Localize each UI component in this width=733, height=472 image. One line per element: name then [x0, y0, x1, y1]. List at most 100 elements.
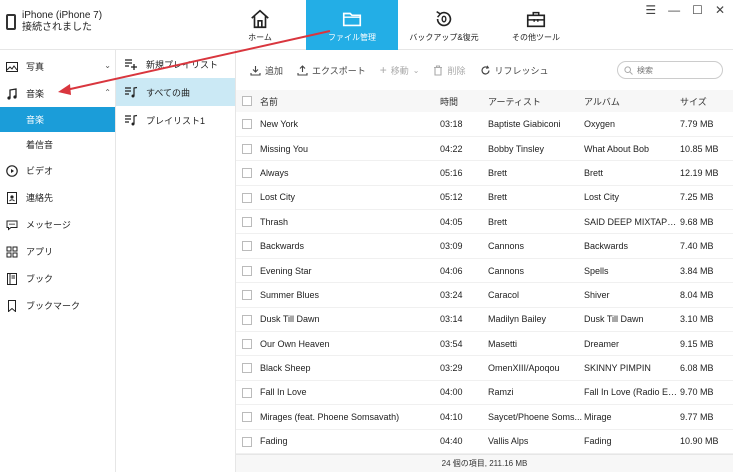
sidebar-item-apps[interactable]: アプリ [0, 238, 115, 265]
main-nav: ホーム ファイル管理 バックアップ&復元 その他ツール [214, 0, 582, 50]
table-row[interactable]: Our Own Heaven 03:54 Masetti Dreamer 9.15 MB [236, 332, 733, 356]
sidebar-item-label: 写真 [26, 62, 45, 72]
search-input[interactable] [637, 65, 717, 75]
menu-icon[interactable]: ☰ [645, 3, 656, 17]
toolbox-icon [526, 11, 546, 27]
row-checkbox[interactable] [242, 339, 252, 350]
sidebar-item-music[interactable]: 音楽 ⌃ [0, 80, 115, 107]
sidebar-item-contacts[interactable]: 連絡先 [0, 184, 115, 211]
sidebar-sub-music[interactable]: 音楽 [0, 107, 115, 132]
sidebar-item-bookmarks[interactable]: ブックマーク [0, 292, 115, 319]
cell-size: 3.10 MB [680, 314, 714, 325]
folder-icon [342, 12, 362, 26]
sidebar-item-label: ブックマーク [26, 301, 81, 311]
nav-backup-restore[interactable]: バックアップ&復元 [398, 0, 490, 50]
sidebar-item-books[interactable]: ブック [0, 265, 115, 292]
nav-home[interactable]: ホーム [214, 0, 306, 50]
cell-album: Dusk Till Dawn [584, 314, 644, 325]
nav-other-tools[interactable]: その他ツール [490, 0, 582, 50]
apps-icon [6, 246, 18, 258]
cell-artist: Masetti [488, 338, 518, 349]
sidebar-sub-ringtones[interactable]: 着信音 [0, 132, 115, 157]
cell-name: Summer Blues [260, 289, 320, 300]
row-checkbox[interactable] [242, 217, 252, 228]
row-checkbox[interactable] [242, 168, 252, 179]
plus-icon: + [379, 63, 387, 77]
maximize-icon[interactable]: ☐ [692, 3, 703, 17]
chevron-down-icon[interactable]: ⌄ [104, 61, 111, 70]
nav-file-management[interactable]: ファイル管理 [306, 0, 398, 50]
playlist-panel: 新規プレイリスト すべての曲 プレイリスト1 [116, 50, 236, 472]
cell-time: 03:14 [440, 314, 463, 325]
row-checkbox[interactable] [242, 436, 252, 447]
table-row[interactable]: Fall In Love 04:00 Ramzi Fall In Love (Radi… [236, 380, 733, 405]
cell-album: Lost City [584, 192, 620, 203]
table-row[interactable]: Missing You 04:22 Bobby Tinsley What About … [236, 136, 733, 161]
row-checkbox[interactable] [242, 363, 252, 374]
table-row[interactable]: Mirages (feat. Phoene Somsavath) 04:10 Say… [236, 405, 733, 430]
cell-album: Brett [584, 167, 604, 178]
column-header-size[interactable]: サイズ [680, 90, 733, 112]
minimize-icon[interactable]: — [668, 3, 680, 17]
row-checkbox[interactable] [242, 314, 252, 325]
export-button[interactable]: エクスポート [297, 64, 366, 77]
row-checkbox[interactable] [242, 192, 252, 203]
column-header-time[interactable]: 時間 [440, 90, 488, 112]
column-header-name[interactable]: 名前 [256, 90, 440, 112]
cell-artist: Bobby Tinsley [488, 143, 545, 154]
table-row[interactable]: Evening Star 04:06 Cannons Spells 3.84 MB [236, 258, 733, 283]
cell-size: 8.04 MB [680, 289, 714, 300]
playlist-icon [125, 86, 138, 98]
cell-name: Our Own Heaven [260, 338, 330, 349]
row-checkbox[interactable] [242, 265, 252, 276]
sidebar-item-photos[interactable]: 写真 ⌄ [0, 53, 115, 80]
new-playlist-button[interactable]: 新規プレイリスト [116, 50, 235, 78]
row-checkbox[interactable] [242, 412, 252, 423]
playlist-all-songs[interactable]: すべての曲 [116, 78, 235, 106]
phone-icon [6, 14, 16, 30]
cell-album: SAID DEEP MIXTAPE... [584, 216, 680, 227]
cell-time: 04:06 [440, 265, 463, 276]
row-checkbox[interactable] [242, 387, 252, 398]
row-checkbox[interactable] [242, 119, 252, 130]
close-icon[interactable]: ✕ [715, 3, 725, 17]
table-row[interactable]: Always 05:16 Brett Brett 12.19 MB [236, 161, 733, 186]
row-checkbox[interactable] [242, 241, 252, 252]
cell-time: 03:24 [440, 289, 463, 300]
sidebar-item-video[interactable]: ビデオ [0, 157, 115, 184]
select-all-checkbox[interactable] [242, 96, 252, 107]
table-row[interactable]: Fading 04:40 Vallis Alps Fading 10.90 MB [236, 429, 733, 454]
cell-size: 10.85 MB [680, 143, 719, 154]
row-checkbox[interactable] [242, 143, 252, 154]
cell-time: 04:05 [440, 216, 463, 227]
sidebar-item-label: アプリ [26, 247, 54, 257]
column-header-artist[interactable]: アーティスト [488, 90, 584, 112]
column-header-album[interactable]: アルバム [584, 90, 680, 112]
table-row[interactable]: Thrash 04:05 Brett SAID DEEP MIXTAPE... 9.68… [236, 210, 733, 234]
sidebar-item-messages[interactable]: メッセージ [0, 211, 115, 238]
nav-other-tools-label: その他ツール [512, 32, 560, 42]
cell-size: 7.79 MB [680, 118, 714, 129]
table-row[interactable]: Summer Blues 03:24 Caracol Shiver 8.04 MB [236, 283, 733, 308]
table-row[interactable]: Backwards 03:09 Cannons Backwards 7.40 MB [236, 234, 733, 259]
chevron-up-icon[interactable]: ⌃ [104, 88, 111, 97]
table-row[interactable]: New York 03:18 Baptiste Giabiconi Oxygen 7.7… [236, 112, 733, 137]
refresh-button[interactable]: リフレッシュ [480, 64, 549, 77]
row-checkbox[interactable] [242, 290, 252, 301]
cell-size: 3.84 MB [680, 265, 714, 276]
add-button[interactable]: 追加 [250, 64, 283, 77]
table-row[interactable]: Black Sheep 03:29 OmenXIII/Apoqou SKINNY PI… [236, 356, 733, 381]
nav-backup-restore-label: バックアップ&復元 [409, 32, 479, 42]
move-button[interactable]: + 移動 ⌄ [380, 63, 420, 77]
sidebar: 写真 ⌄ 音楽 ⌃ 音楽 着信音 ビデオ 連絡先 メッセージ アプリ ブック ブ… [0, 50, 116, 472]
cell-time: 04:22 [440, 143, 463, 154]
search-box[interactable] [617, 61, 723, 79]
home-icon [251, 9, 269, 28]
delete-button[interactable]: 削除 [433, 64, 466, 77]
table-row[interactable]: Dusk Till Dawn 03:14 Madilyn Bailey Dusk Ti… [236, 307, 733, 332]
cell-size: 7.25 MB [680, 192, 714, 203]
device-name: iPhone (iPhone 7) [22, 10, 103, 21]
cell-size: 9.68 MB [680, 216, 714, 227]
table-row[interactable]: Lost City 05:12 Brett Lost City 7.25 MB [236, 185, 733, 210]
playlist-1[interactable]: プレイリスト1 [116, 106, 235, 134]
